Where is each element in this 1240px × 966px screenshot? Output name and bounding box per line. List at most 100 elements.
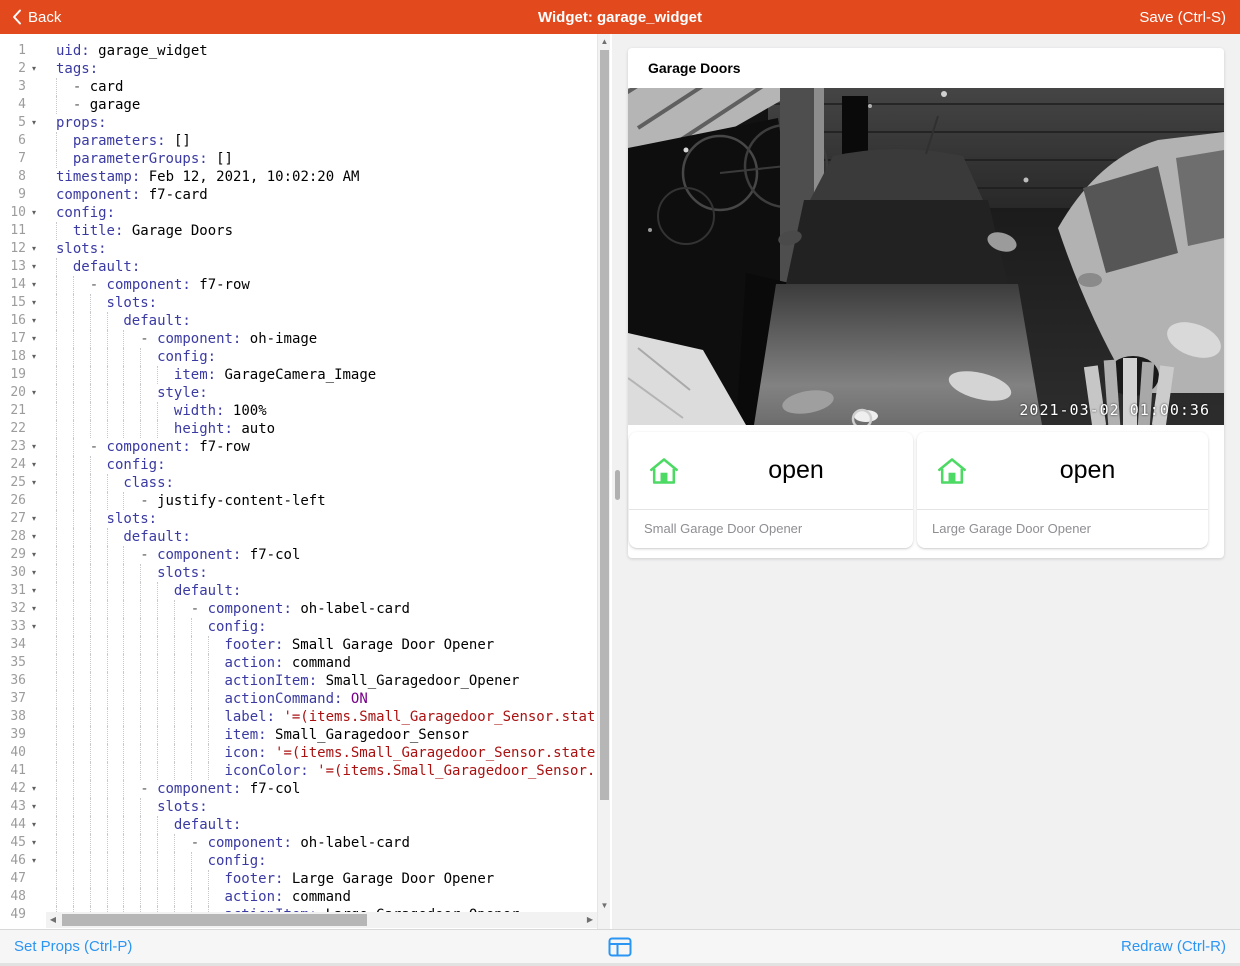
fold-arrow-icon[interactable]: ▾ — [26, 510, 42, 528]
code-line[interactable]: 14▾- component: f7-row — [0, 276, 597, 294]
code-line[interactable]: 48action: command — [0, 888, 597, 906]
fold-arrow-icon[interactable]: ▾ — [26, 474, 42, 492]
fold-arrow-icon[interactable]: ▾ — [26, 294, 42, 312]
fold-arrow-icon[interactable]: ▾ — [26, 330, 42, 348]
fold-arrow-icon[interactable]: ▾ — [26, 204, 42, 222]
fold-arrow-icon[interactable]: ▾ — [26, 456, 42, 474]
code-line[interactable]: 15▾slots: — [0, 294, 597, 312]
code-line[interactable]: 33▾config: — [0, 618, 597, 636]
code-line[interactable]: 44▾default: — [0, 816, 597, 834]
fold-arrow-icon[interactable]: ▾ — [26, 564, 42, 582]
gutter: 26 — [0, 492, 44, 510]
fold-arrow-icon[interactable]: ▾ — [26, 546, 42, 564]
code-line[interactable]: 47footer: Large Garage Door Opener — [0, 870, 597, 888]
code-line[interactable]: 4- garage — [0, 96, 597, 114]
code-line[interactable]: 10▾config: — [0, 204, 597, 222]
split-layout-icon[interactable] — [608, 937, 632, 957]
preview-scrollbar[interactable] — [615, 470, 620, 500]
fold-arrow-icon[interactable]: ▾ — [26, 852, 42, 870]
code-line[interactable]: 46▾config: — [0, 852, 597, 870]
code-line[interactable]: 6parameters: [] — [0, 132, 597, 150]
code-line[interactable]: 13▾default: — [0, 258, 597, 276]
horizontal-scroll-thumb[interactable] — [62, 914, 367, 926]
code-line[interactable]: 32▾- component: oh-label-card — [0, 600, 597, 618]
code-line[interactable]: 37actionCommand: ON — [0, 690, 597, 708]
code-line[interactable]: 27▾slots: — [0, 510, 597, 528]
scroll-up-arrow-icon[interactable]: ▲ — [598, 36, 611, 48]
code-line[interactable]: 20▾style: — [0, 384, 597, 402]
code-line[interactable]: 25▾class: — [0, 474, 597, 492]
code-line[interactable]: 23▾- component: f7-row — [0, 438, 597, 456]
code-line[interactable]: 5▾props: — [0, 114, 597, 132]
back-button[interactable]: Back — [12, 9, 61, 26]
code-line[interactable]: 16▾default: — [0, 312, 597, 330]
fold-arrow-icon[interactable]: ▾ — [26, 798, 42, 816]
code-line[interactable]: 45▾- component: oh-label-card — [0, 834, 597, 852]
gutter: 36 — [0, 672, 44, 690]
code-line[interactable]: 21width: 100% — [0, 402, 597, 420]
code-line[interactable]: 9component: f7-card — [0, 186, 597, 204]
scroll-right-arrow-icon[interactable]: ▶ — [583, 912, 597, 928]
line-number: 29 — [0, 546, 26, 564]
scroll-down-arrow-icon[interactable]: ▼ — [598, 900, 611, 912]
fold-arrow-icon[interactable]: ▾ — [26, 240, 42, 258]
code-line[interactable]: 22height: auto — [0, 420, 597, 438]
code-line[interactable]: 29▾- component: f7-col — [0, 546, 597, 564]
door-state-label: open — [967, 456, 1208, 485]
yaml-code-editor[interactable]: 1uid: garage_widget2▾tags:3- card4- gara… — [0, 34, 612, 929]
editor-horizontal-scrollbar[interactable]: ◀ ▶ — [46, 912, 597, 928]
fold-arrow-icon[interactable]: ▾ — [26, 582, 42, 600]
set-props-button[interactable]: Set Props (Ctrl-P) — [14, 938, 132, 955]
redraw-button[interactable]: Redraw (Ctrl-R) — [1121, 938, 1226, 955]
code-line[interactable]: 19item: GarageCamera_Image — [0, 366, 597, 384]
fold-arrow-icon[interactable]: ▾ — [26, 438, 42, 456]
code-line[interactable]: 26- justify-content-left — [0, 492, 597, 510]
code-line[interactable]: 28▾default: — [0, 528, 597, 546]
code-line[interactable]: 35action: command — [0, 654, 597, 672]
fold-arrow-icon[interactable]: ▾ — [26, 834, 42, 852]
fold-arrow-icon[interactable]: ▾ — [26, 312, 42, 330]
code-line[interactable]: 18▾config: — [0, 348, 597, 366]
code-line[interactable]: 2▾tags: — [0, 60, 597, 78]
fold-arrow-icon[interactable]: ▾ — [26, 384, 42, 402]
fold-arrow-icon[interactable]: ▾ — [26, 618, 42, 636]
fold-arrow-icon[interactable]: ▾ — [26, 114, 42, 132]
fold-arrow-icon[interactable]: ▾ — [26, 816, 42, 834]
code-line[interactable]: 43▾slots: — [0, 798, 597, 816]
code-line[interactable]: 7parameterGroups: [] — [0, 150, 597, 168]
code-line[interactable]: 41iconColor: '=(items.Small_Garagedoor_S… — [0, 762, 597, 780]
save-button[interactable]: Save (Ctrl-S) — [1139, 9, 1226, 26]
fold-spacer — [26, 42, 42, 60]
fold-arrow-icon[interactable]: ▾ — [26, 348, 42, 366]
code-line[interactable]: 11title: Garage Doors — [0, 222, 597, 240]
code-line[interactable]: 31▾default: — [0, 582, 597, 600]
code-line[interactable]: 38label: '=(items.Small_Garagedoor_Senso… — [0, 708, 597, 726]
code-line[interactable]: 8timestamp: Feb 12, 2021, 10:02:20 AM — [0, 168, 597, 186]
fold-arrow-icon[interactable]: ▾ — [26, 780, 42, 798]
code-line[interactable]: 34footer: Small Garage Door Opener — [0, 636, 597, 654]
code-line[interactable]: 12▾slots: — [0, 240, 597, 258]
vertical-scroll-thumb[interactable] — [600, 50, 609, 800]
fold-spacer — [26, 726, 42, 744]
editor-vertical-scrollbar[interactable]: ▲ ▼ — [597, 34, 610, 929]
gutter: 38 — [0, 708, 44, 726]
code-line[interactable]: 1uid: garage_widget — [0, 42, 597, 60]
fold-arrow-icon[interactable]: ▾ — [26, 258, 42, 276]
open-button-card[interactable]: openSmall Garage Door Opener — [629, 432, 913, 548]
garage-doors-card: Garage Doors — [628, 48, 1224, 558]
code-line[interactable]: 39item: Small_Garagedoor_Sensor — [0, 726, 597, 744]
code-line[interactable]: 36actionItem: Small_Garagedoor_Opener — [0, 672, 597, 690]
code-line[interactable]: 17▾- component: oh-image — [0, 330, 597, 348]
code-line[interactable]: 24▾config: — [0, 456, 597, 474]
code-line[interactable]: 3- card — [0, 78, 597, 96]
fold-arrow-icon[interactable]: ▾ — [26, 600, 42, 618]
code-line[interactable]: 42▾- component: f7-col — [0, 780, 597, 798]
scroll-left-arrow-icon[interactable]: ◀ — [46, 912, 60, 928]
fold-arrow-icon[interactable]: ▾ — [26, 60, 42, 78]
fold-arrow-icon[interactable]: ▾ — [26, 276, 42, 294]
code-line[interactable]: 30▾slots: — [0, 564, 597, 582]
fold-arrow-icon[interactable]: ▾ — [26, 528, 42, 546]
door-state-label: open — [679, 456, 913, 485]
open-button-card[interactable]: openLarge Garage Door Opener — [917, 432, 1208, 548]
code-line[interactable]: 40icon: '=(items.Small_Garagedoor_Sensor… — [0, 744, 597, 762]
